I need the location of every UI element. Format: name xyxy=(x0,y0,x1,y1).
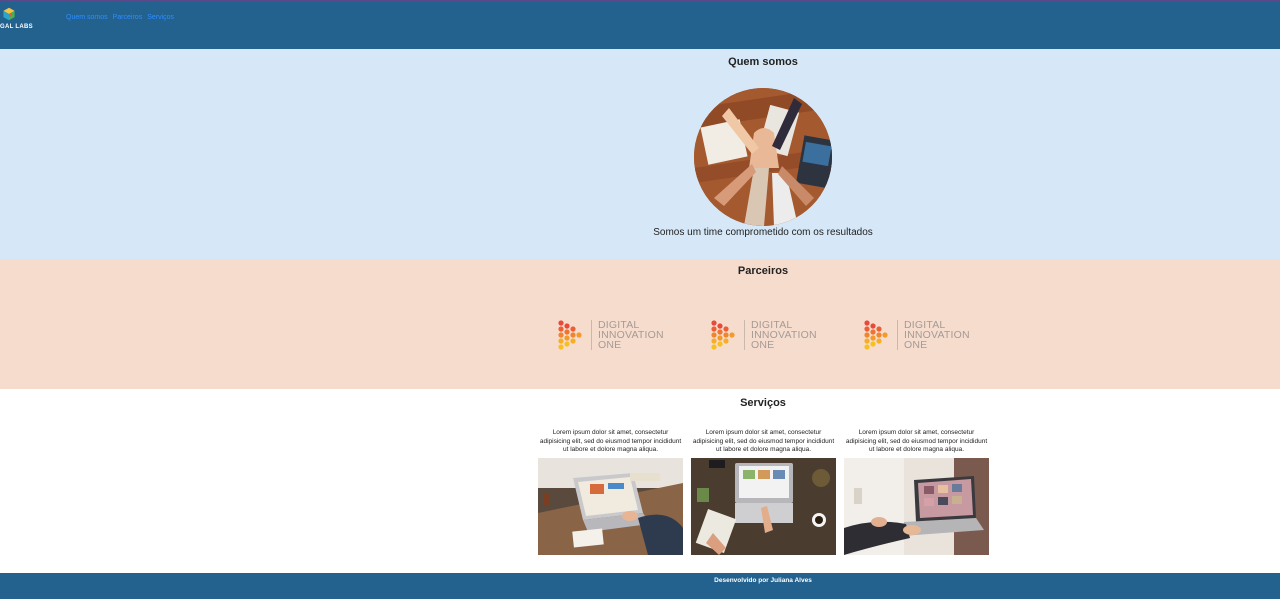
partners-title: Parceiros xyxy=(737,265,789,277)
play-dots-icon xyxy=(558,320,582,350)
site-footer: Desenvolvido por Juliana Alves xyxy=(0,573,1280,599)
service-photo xyxy=(691,458,836,555)
service-card: Lorem ipsum dolor sit amet, consectetur … xyxy=(844,429,989,555)
about-caption: Somos um time comprometido com os result… xyxy=(653,227,873,238)
about-section: Quem somos Somos um time comprometido co… xyxy=(0,49,1280,259)
partner-line-3: ONE xyxy=(751,339,775,351)
services-section: Serviços Lorem ipsum dolor sit amet, con… xyxy=(0,389,1280,573)
site-header: GAL LABS Quem somos Parceiros Serviços xyxy=(0,0,1280,49)
logo-divider xyxy=(744,320,745,350)
service-photo xyxy=(844,458,989,555)
service-description: Lorem ipsum dolor sit amet, consectetur … xyxy=(539,429,682,454)
partner-logo-text: DIGITAL INNOVATION ONE xyxy=(904,320,970,351)
service-description: Lorem ipsum dolor sit amet, consectetur … xyxy=(692,429,835,454)
play-dots-icon xyxy=(864,320,888,350)
service-photo xyxy=(538,458,683,555)
team-photo xyxy=(694,88,832,226)
partner-logo[interactable]: DIGITAL INNOVATION ONE xyxy=(710,318,820,352)
cube-logo-icon xyxy=(3,7,15,21)
logo-divider xyxy=(591,320,592,350)
partners-section: Parceiros DIGITAL INNOVATION ONE DIGITAL… xyxy=(0,259,1280,389)
partner-logo-text: DIGITAL INNOVATION ONE xyxy=(751,320,817,351)
footer-credit: Desenvolvido por Juliana Alves xyxy=(714,577,812,584)
partner-line-3: ONE xyxy=(904,339,928,351)
main-nav: Quem somos Parceiros Serviços xyxy=(66,14,174,21)
about-title: Quem somos xyxy=(728,56,798,68)
services-title: Serviços xyxy=(740,397,786,409)
nav-link-parceiros[interactable]: Parceiros xyxy=(113,14,143,21)
partner-logo[interactable]: DIGITAL INNOVATION ONE xyxy=(863,318,973,352)
partner-line-3: ONE xyxy=(598,339,622,351)
partner-logo[interactable]: DIGITAL INNOVATION ONE xyxy=(557,318,667,352)
nav-link-servicos[interactable]: Serviços xyxy=(147,14,174,21)
brand-logo[interactable]: GAL LABS xyxy=(0,5,34,33)
service-card: Lorem ipsum dolor sit amet, consectetur … xyxy=(538,429,683,555)
play-dots-icon xyxy=(711,320,735,350)
logo-divider xyxy=(897,320,898,350)
service-card: Lorem ipsum dolor sit amet, consectetur … xyxy=(691,429,836,555)
logo-text: GAL LABS xyxy=(0,24,33,30)
partner-logo-text: DIGITAL INNOVATION ONE xyxy=(598,320,664,351)
nav-link-quem-somos[interactable]: Quem somos xyxy=(66,14,108,21)
service-description: Lorem ipsum dolor sit amet, consectetur … xyxy=(845,429,988,454)
